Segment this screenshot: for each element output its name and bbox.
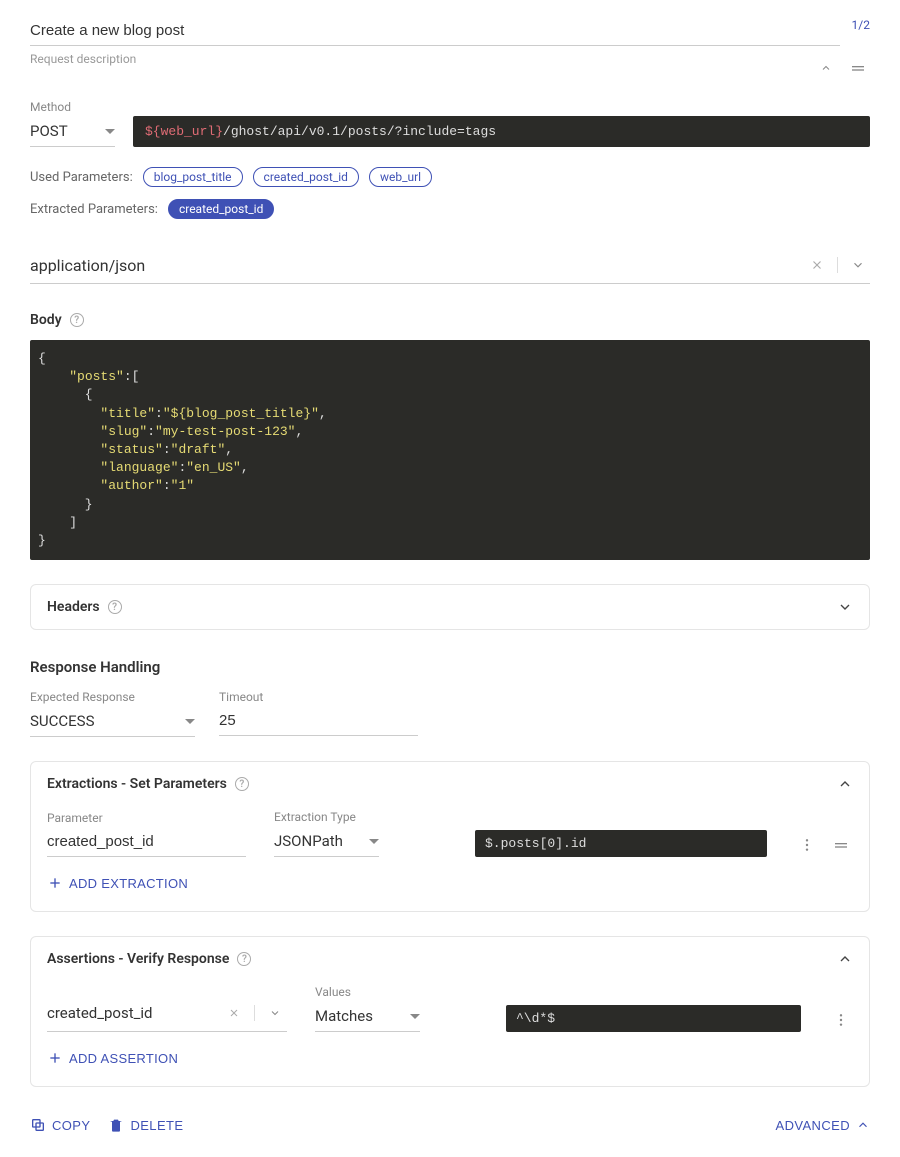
more-vert-icon[interactable] <box>829 1008 853 1032</box>
help-icon[interactable]: ? <box>235 777 249 791</box>
expected-response-label: Expected Response <box>30 690 195 704</box>
help-icon[interactable]: ? <box>70 313 84 327</box>
headers-toggle[interactable]: Headers ? <box>31 585 869 629</box>
content-type-input[interactable]: application/json <box>30 256 805 275</box>
drag-handle-icon[interactable] <box>829 833 853 857</box>
method-label: Method <box>30 100 115 114</box>
method-select[interactable]: POST <box>30 116 115 147</box>
assertion-condition-select[interactable]: Matches <box>315 1001 420 1032</box>
divider <box>837 257 838 273</box>
param-chip[interactable]: blog_post_title <box>143 167 243 187</box>
add-extraction-button[interactable]: ADD EXTRACTION <box>47 875 188 891</box>
extracted-params-label: Extracted Parameters: <box>30 202 158 217</box>
chevron-down-icon <box>185 719 195 724</box>
extraction-type-label: Extraction Type <box>274 810 379 824</box>
expected-response-value: SUCCESS <box>30 712 95 730</box>
chevron-down-icon[interactable] <box>263 1001 287 1025</box>
timeout-input[interactable] <box>219 706 418 736</box>
copy-icon <box>30 1117 46 1133</box>
extractions-toggle[interactable]: Extractions - Set Parameters ? <box>31 762 869 806</box>
extraction-param-label: Parameter <box>47 811 246 825</box>
url-variable: ${web_url} <box>145 124 223 139</box>
param-chip[interactable]: web_url <box>369 167 432 187</box>
param-chip-extracted[interactable]: created_post_id <box>168 199 274 219</box>
used-params-label: Used Parameters: <box>30 170 133 185</box>
chevron-down-icon <box>410 1014 420 1019</box>
assertion-pattern-input[interactable]: ^\d*$ <box>506 1005 801 1032</box>
timeout-label: Timeout <box>219 690 418 704</box>
add-assertion-label: ADD ASSERTION <box>69 1051 178 1066</box>
plus-icon <box>47 1050 63 1066</box>
advanced-button[interactable]: ADVANCED <box>776 1118 870 1133</box>
request-title-input[interactable] <box>30 16 840 46</box>
body-label: Body <box>30 312 62 328</box>
response-handling-heading: Response Handling <box>30 658 870 676</box>
request-description: Request description <box>30 52 840 66</box>
assertions-title: Assertions - Verify Response <box>47 951 229 967</box>
help-icon[interactable]: ? <box>237 952 251 966</box>
add-assertion-button[interactable]: ADD ASSERTION <box>47 1050 178 1066</box>
chevron-down-icon <box>837 599 853 615</box>
chevron-down-icon <box>105 129 115 134</box>
body-editor[interactable]: { "posts":[ { "title":"${blog_post_title… <box>30 340 870 560</box>
copy-button[interactable]: COPY <box>30 1117 90 1133</box>
delete-label: DELETE <box>130 1118 183 1133</box>
assertion-param-value: created_post_id <box>47 1004 222 1022</box>
request-editor: Request description 1/2 Method POST ${we… <box>0 0 900 1157</box>
chevron-down-icon <box>369 839 379 844</box>
assertion-values-label: Values <box>315 985 420 999</box>
assertions-toggle[interactable]: Assertions - Verify Response ? <box>31 937 869 981</box>
extraction-param-input[interactable] <box>47 827 246 857</box>
expected-response-select[interactable]: SUCCESS <box>30 706 195 737</box>
extraction-path-input[interactable]: $.posts[0].id <box>475 830 767 857</box>
copy-label: COPY <box>52 1118 90 1133</box>
drag-handle-icon[interactable] <box>846 56 870 80</box>
add-extraction-label: ADD EXTRACTION <box>69 876 188 891</box>
extractions-title: Extractions - Set Parameters <box>47 776 227 792</box>
divider <box>254 1005 255 1021</box>
headers-title: Headers <box>47 599 100 615</box>
collapse-icon[interactable] <box>814 56 838 80</box>
extraction-type-select[interactable]: JSONPath <box>274 826 379 857</box>
plus-icon <box>47 875 63 891</box>
url-input[interactable]: ${web_url}/ghost/api/v0.1/posts/?include… <box>133 116 870 147</box>
help-icon[interactable]: ? <box>108 600 122 614</box>
chevron-down-icon[interactable] <box>846 253 870 277</box>
chevron-up-icon <box>837 776 853 792</box>
trash-icon <box>108 1117 124 1133</box>
method-value: POST <box>30 122 68 140</box>
clear-icon[interactable] <box>222 1001 246 1025</box>
url-path: /ghost/api/v0.1/posts/?include=tags <box>223 124 496 139</box>
param-chip[interactable]: created_post_id <box>253 167 359 187</box>
advanced-label: ADVANCED <box>776 1118 850 1133</box>
delete-button[interactable]: DELETE <box>108 1117 183 1133</box>
assertion-param-select[interactable]: created_post_id <box>47 995 287 1032</box>
more-vert-icon[interactable] <box>795 833 819 857</box>
pager-indicator: 1/2 <box>852 18 870 32</box>
chevron-up-icon <box>837 951 853 967</box>
chevron-up-icon <box>856 1118 870 1132</box>
assertion-condition-value: Matches <box>315 1007 373 1025</box>
clear-icon[interactable] <box>805 253 829 277</box>
extraction-type-value: JSONPath <box>274 832 343 850</box>
